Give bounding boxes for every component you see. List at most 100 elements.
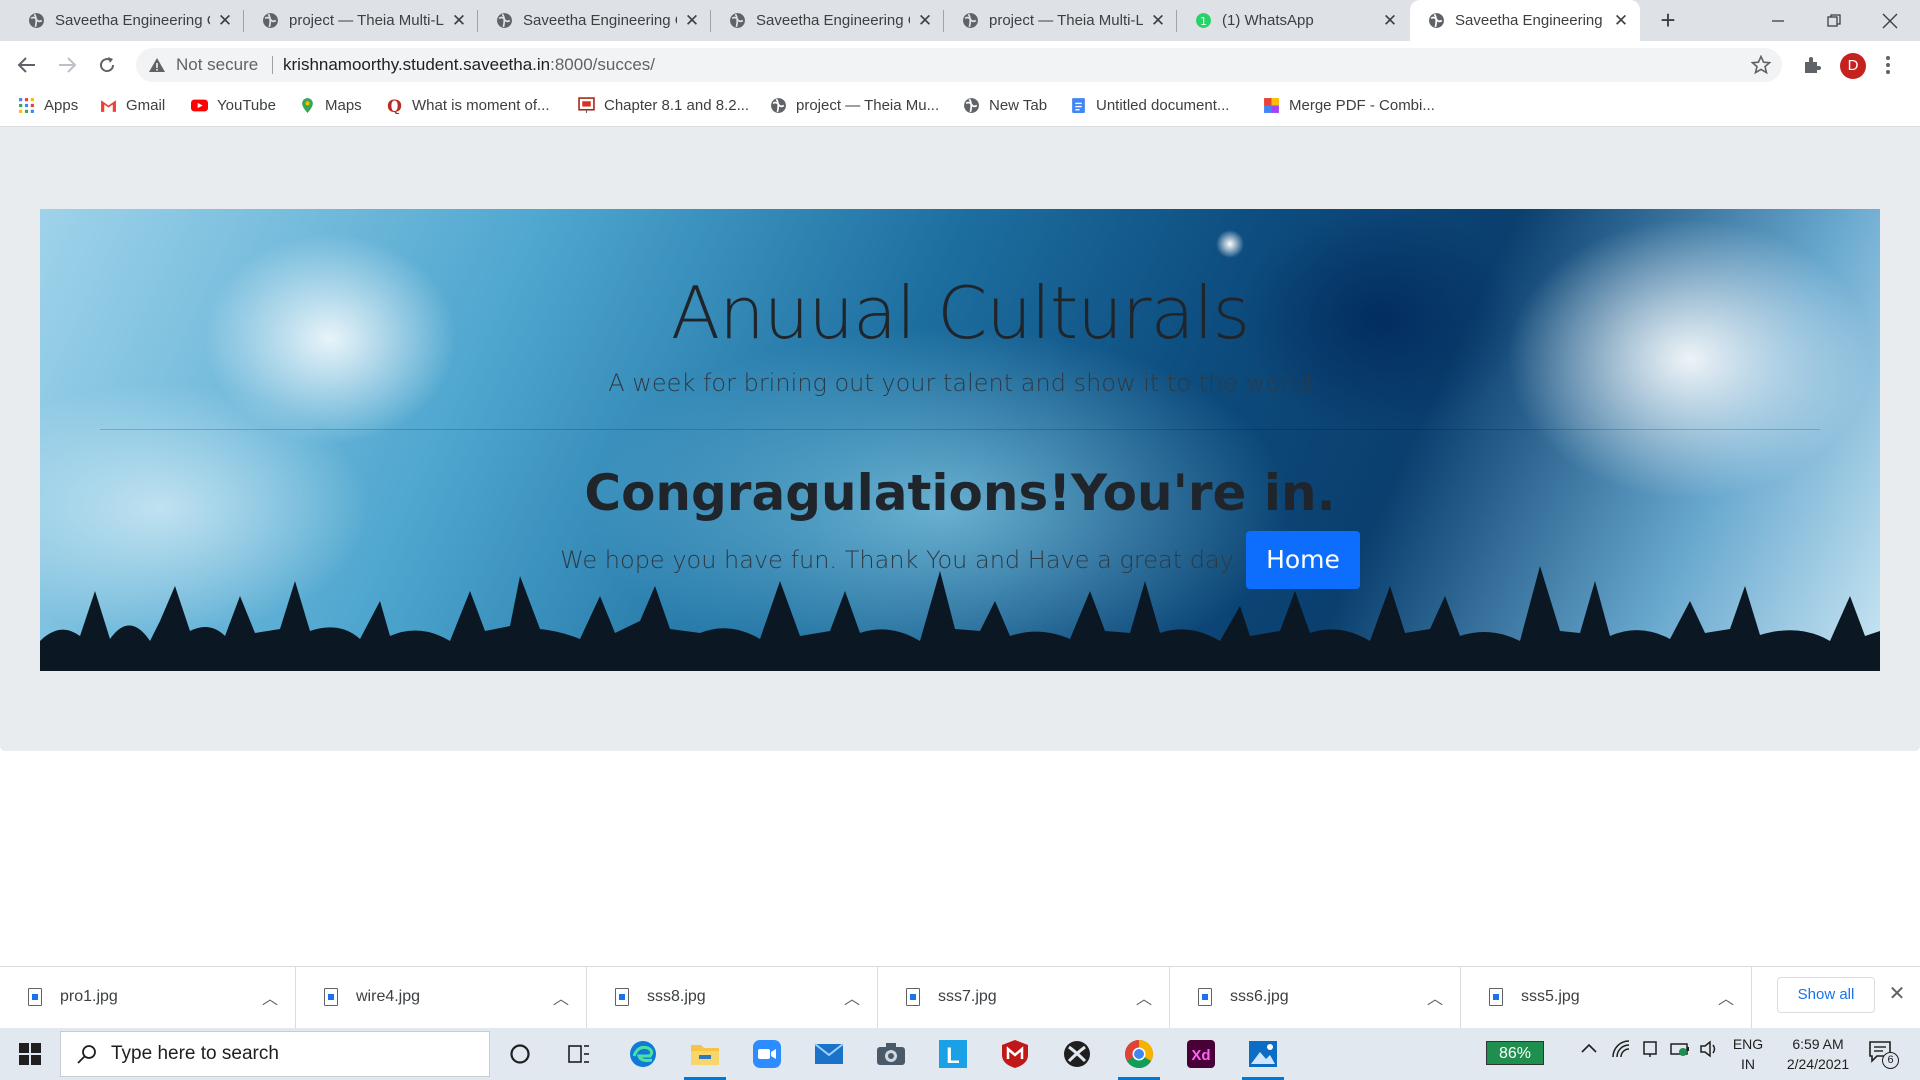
download-item[interactable]: wire4.jpg ︿ bbox=[296, 966, 587, 1028]
taskbar-app-chrome[interactable] bbox=[1112, 1028, 1166, 1080]
close-icon[interactable]: ✕ bbox=[1885, 982, 1909, 1006]
wifi-button[interactable] bbox=[1611, 1040, 1631, 1063]
globe-icon bbox=[497, 13, 512, 28]
start-button[interactable] bbox=[0, 1028, 60, 1080]
bookmark-untitled-document[interactable]: Untitled document... bbox=[1070, 93, 1229, 117]
url-host: krishnamoorthy.student.saveetha.in bbox=[283, 55, 551, 74]
taskbar-app-l[interactable]: L bbox=[926, 1028, 980, 1080]
taskbar-app-file-explorer[interactable] bbox=[678, 1028, 732, 1080]
tab-title: Saveetha Engineering C bbox=[1455, 12, 1606, 29]
security-tray-button[interactable] bbox=[1670, 1040, 1690, 1063]
warning-icon[interactable] bbox=[148, 56, 166, 74]
bookmark-new-tab[interactable]: New Tab bbox=[963, 93, 1047, 117]
forward-button[interactable] bbox=[51, 49, 83, 81]
divider bbox=[100, 429, 1820, 430]
cortana-button[interactable] bbox=[493, 1028, 547, 1080]
taskbar-app-mail[interactable] bbox=[802, 1028, 856, 1080]
tab-close-icon[interactable]: ✕ bbox=[916, 11, 934, 31]
taskbar-search-box[interactable]: Type here to search bbox=[60, 1031, 490, 1077]
download-filename: sss6.jpg bbox=[1230, 988, 1289, 1005]
download-item[interactable]: sss6.jpg ︿ bbox=[1170, 966, 1461, 1028]
new-tab-button[interactable]: + bbox=[1652, 6, 1684, 36]
profile-avatar[interactable]: D bbox=[1840, 53, 1866, 79]
close-window-button[interactable] bbox=[1862, 0, 1918, 41]
show-all-button[interactable]: Show all bbox=[1777, 977, 1875, 1013]
hero-banner: Anuual Culturals A week for brining out … bbox=[40, 209, 1880, 671]
bookmark-gmail[interactable]: Gmail bbox=[100, 93, 165, 117]
bookmark-apps[interactable]: Apps bbox=[18, 93, 78, 117]
extensions-icon[interactable] bbox=[1802, 55, 1822, 75]
browser-tab[interactable]: Saveetha Engineering C ✕ bbox=[711, 0, 944, 41]
chevron-up-icon[interactable]: ︿ bbox=[258, 985, 282, 1009]
mail-icon bbox=[814, 1043, 844, 1064]
browser-tab[interactable]: 1 (1) WhatsApp ✕ bbox=[1177, 0, 1409, 41]
pdf-merge-icon bbox=[1264, 97, 1279, 113]
taskbar-app-adobe-xd[interactable]: Xd bbox=[1174, 1028, 1228, 1080]
browser-tab[interactable]: Saveetha Engineering C ✕ bbox=[10, 0, 244, 41]
edge-icon bbox=[630, 1041, 656, 1067]
taskbar-app-camera[interactable] bbox=[864, 1028, 918, 1080]
show-hidden-icons-button[interactable] bbox=[1580, 1040, 1598, 1063]
chevron-up-icon bbox=[1581, 1043, 1597, 1053]
tab-close-icon[interactable]: ✕ bbox=[1381, 11, 1399, 31]
chevron-up-icon[interactable]: ︿ bbox=[1714, 985, 1738, 1009]
tab-close-icon[interactable]: ✕ bbox=[1149, 11, 1167, 31]
taskbar-app-xbox[interactable] bbox=[1050, 1028, 1104, 1080]
notifications-button[interactable]: 6 bbox=[1868, 1040, 1899, 1069]
browser-tab[interactable]: project — Theia Multi-L ✕ bbox=[944, 0, 1177, 41]
browser-tab-active[interactable]: Saveetha Engineering C ✕ bbox=[1410, 0, 1640, 41]
photos-icon bbox=[1249, 1041, 1277, 1067]
minimize-button[interactable] bbox=[1750, 0, 1806, 41]
chevron-up-icon[interactable]: ︿ bbox=[1423, 985, 1447, 1009]
download-item[interactable]: pro1.jpg ︿ bbox=[0, 966, 296, 1028]
svg-text:1: 1 bbox=[1200, 15, 1207, 28]
svg-text:L: L bbox=[946, 1043, 959, 1068]
menu-dots-icon[interactable] bbox=[1884, 55, 1892, 75]
bookmark-theia[interactable]: project — Theia Mu... bbox=[770, 93, 939, 117]
cortana-icon bbox=[510, 1044, 530, 1064]
taskbar-app-mcafee[interactable] bbox=[988, 1028, 1042, 1080]
download-filename: pro1.jpg bbox=[60, 988, 118, 1005]
taskbar-app-edge[interactable] bbox=[616, 1028, 670, 1080]
browser-tab[interactable]: Saveetha Engineering C ✕ bbox=[478, 0, 711, 41]
chevron-up-icon[interactable]: ︿ bbox=[1132, 985, 1156, 1009]
bookmark-maps[interactable]: Maps bbox=[299, 93, 362, 117]
download-item[interactable]: sss5.jpg ︿ bbox=[1461, 966, 1752, 1028]
volume-button[interactable] bbox=[1700, 1040, 1720, 1063]
security-label[interactable]: Not secure bbox=[176, 54, 258, 76]
tab-title: project — Theia Multi-L bbox=[289, 12, 444, 29]
back-button[interactable] bbox=[11, 49, 43, 81]
chevron-up-icon[interactable]: ︿ bbox=[549, 985, 573, 1009]
reload-button[interactable] bbox=[91, 49, 123, 81]
star-icon[interactable] bbox=[1751, 55, 1771, 75]
url-text[interactable]: krishnamoorthy.student.saveetha.in:8000/… bbox=[283, 54, 655, 76]
tab-close-icon[interactable]: ✕ bbox=[450, 11, 468, 31]
chevron-up-icon[interactable]: ︿ bbox=[840, 985, 864, 1009]
home-button[interactable]: Home bbox=[1246, 531, 1360, 589]
bookmark-label: Chapter 8.1 and 8.2... bbox=[604, 96, 750, 114]
language-indicator[interactable]: ENG IN bbox=[1730, 1034, 1766, 1074]
download-item[interactable]: sss8.jpg ︿ bbox=[587, 966, 878, 1028]
taskbar-app-zoom[interactable] bbox=[740, 1028, 794, 1080]
restore-button[interactable] bbox=[1806, 0, 1862, 41]
tab-close-icon[interactable]: ✕ bbox=[1612, 11, 1630, 31]
image-file-icon bbox=[615, 988, 629, 1006]
battery-indicator[interactable]: 86% bbox=[1486, 1041, 1544, 1065]
bookmark-quora[interactable]: Q What is moment of... bbox=[386, 93, 549, 117]
bookmark-chapter[interactable]: Chapter 8.1 and 8.2... bbox=[578, 93, 749, 117]
clock[interactable]: 6:59 AM 2/24/2021 bbox=[1770, 1034, 1866, 1074]
bookmark-merge-pdf[interactable]: Merge PDF - Combi... bbox=[1263, 93, 1435, 117]
quora-icon: Q bbox=[387, 97, 402, 114]
globe-icon bbox=[730, 13, 745, 28]
device-button[interactable] bbox=[1641, 1040, 1659, 1063]
taskbar-app-photos[interactable] bbox=[1236, 1028, 1290, 1080]
reload-icon bbox=[100, 57, 115, 73]
browser-tab[interactable]: project — Theia Multi-L ✕ bbox=[244, 0, 478, 41]
tab-close-icon[interactable]: ✕ bbox=[683, 11, 701, 31]
bookmark-youtube[interactable]: YouTube bbox=[191, 93, 276, 117]
task-view-button[interactable] bbox=[552, 1028, 606, 1080]
tab-close-icon[interactable]: ✕ bbox=[216, 11, 234, 31]
download-item[interactable]: sss7.jpg ︿ bbox=[878, 966, 1170, 1028]
device-icon bbox=[1643, 1041, 1657, 1057]
bookmark-label: Apps bbox=[44, 96, 79, 114]
